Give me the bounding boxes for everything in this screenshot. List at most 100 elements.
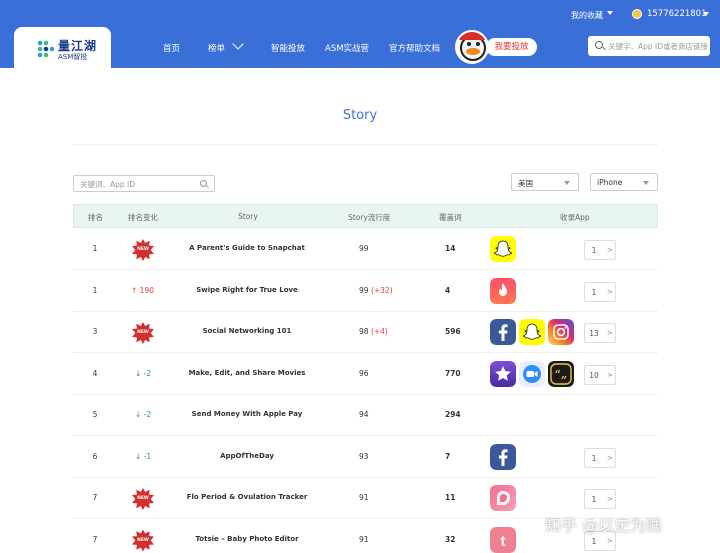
logo-mark-icon bbox=[37, 40, 55, 58]
popularity-value: 94 bbox=[359, 410, 369, 419]
popularity-value: 93 bbox=[359, 451, 369, 461]
table-row[interactable]: 6 ↓ -1 AppOfTheDay 93 7 1 > bbox=[73, 437, 658, 478]
app-pager[interactable]: 1 > bbox=[584, 489, 616, 509]
promote-button[interactable]: 我要投放 bbox=[486, 38, 537, 56]
story-popularity: 94 bbox=[359, 410, 369, 419]
story-name-link[interactable]: Send Money With Apple Pay bbox=[173, 410, 321, 418]
mascot-eye bbox=[476, 42, 480, 46]
coverage-count: 32 bbox=[445, 534, 456, 544]
caret-down-icon bbox=[564, 181, 570, 185]
top-header: 量江湖 ASM智投 我的收藏 15776221801 首页 榜单 智能投放 AS… bbox=[0, 0, 720, 70]
country-select[interactable]: 美国 bbox=[511, 173, 579, 191]
new-badge-label: NEW bbox=[137, 247, 149, 252]
pager-count: 10 bbox=[589, 370, 599, 380]
chevron-right-icon[interactable]: > bbox=[607, 329, 613, 337]
app-pager[interactable]: 13 > bbox=[584, 323, 616, 343]
search-icon bbox=[200, 180, 207, 187]
mascot-eye bbox=[467, 42, 471, 46]
story-name-link[interactable]: Make, Edit, and Share Movies bbox=[173, 369, 321, 377]
pager-count: 13 bbox=[589, 329, 599, 338]
chevron-right-icon[interactable]: > bbox=[607, 495, 613, 503]
watermark: 知乎 @以史为贱 bbox=[545, 516, 663, 535]
account-caret-icon[interactable] bbox=[703, 12, 709, 16]
logo[interactable]: 量江湖 ASM智投 bbox=[14, 27, 111, 70]
rank-value: 1 bbox=[92, 285, 98, 295]
imovie-app-icon[interactable] bbox=[490, 360, 516, 387]
instagram-app-icon[interactable] bbox=[548, 319, 574, 345]
search-icon bbox=[595, 41, 603, 49]
coverage-count: 7 bbox=[445, 451, 451, 461]
coverage-count: 596 bbox=[445, 327, 461, 336]
mascot-avatar[interactable] bbox=[455, 30, 489, 64]
rank-change-value: ↓ -2 bbox=[135, 410, 152, 419]
svg-text:“„: “„ bbox=[555, 368, 568, 381]
svg-text:t: t bbox=[501, 533, 506, 550]
logo-subtitle: ASM智投 bbox=[58, 53, 88, 61]
pager-count: 1 bbox=[591, 536, 597, 546]
story-name-link[interactable]: Flo Period & Ovulation Tracker bbox=[173, 493, 321, 501]
tinder-app-icon[interactable] bbox=[490, 277, 516, 304]
my-favorites-link[interactable]: 我的收藏 bbox=[571, 10, 603, 21]
chevron-right-icon[interactable]: > bbox=[607, 371, 613, 379]
zoom-app-icon[interactable] bbox=[519, 360, 545, 387]
snapchat-app-icon[interactable] bbox=[490, 236, 516, 262]
app-pager[interactable]: 1 > bbox=[584, 447, 616, 468]
story-name-link[interactable]: A Parent's Guide to Snapchat bbox=[173, 244, 321, 252]
quotes-app-icon[interactable]: “„ bbox=[548, 360, 574, 387]
story-popularity: 99 bbox=[359, 244, 369, 253]
mascot-cap bbox=[459, 32, 487, 40]
new-badge-icon: NEW bbox=[132, 488, 154, 510]
chevron-right-icon[interactable]: > bbox=[607, 246, 613, 254]
story-name-link[interactable]: Swipe Right for True Love bbox=[173, 286, 321, 294]
rank-value: 4 bbox=[92, 368, 98, 378]
app-pager[interactable]: 1 > bbox=[584, 240, 616, 260]
popularity-value: 91 bbox=[359, 534, 369, 544]
column-story-popularity: Story流行度 bbox=[348, 213, 391, 222]
user-account[interactable]: 15776221801 bbox=[647, 9, 707, 19]
snapchat-app-icon[interactable] bbox=[519, 319, 545, 345]
popularity-value: 99 bbox=[359, 285, 369, 295]
chevron-right-icon[interactable]: > bbox=[607, 288, 613, 296]
chevron-down-icon[interactable] bbox=[232, 38, 244, 50]
story-name-link[interactable]: Social Networking 101 bbox=[173, 327, 321, 335]
nav-help-docs[interactable]: 官方帮助文档 bbox=[389, 42, 440, 54]
device-select[interactable]: iPhone bbox=[590, 173, 658, 191]
nav-rankings[interactable]: 榜单 bbox=[208, 42, 225, 54]
table-row[interactable]: 3 NEW Social Networking 101 98 (+4) 596 13 > bbox=[73, 312, 658, 353]
column-coverage: 覆盖词 bbox=[439, 213, 462, 222]
table-header: 排名 排名变化 Story Story流行度 覆盖词 收录App bbox=[73, 204, 658, 228]
global-search-input[interactable]: 关键字、App ID或者商店链接 bbox=[588, 36, 710, 56]
rank-change-value: ↓ -2 bbox=[135, 368, 152, 378]
rank-value: 6 bbox=[92, 451, 98, 461]
rank-value: 5 bbox=[92, 410, 98, 419]
popularity-value: 91 bbox=[359, 493, 369, 502]
table-row[interactable]: 1 NEW A Parent's Guide to Snapchat 99 14 1 > bbox=[73, 229, 658, 270]
facebook-app-icon[interactable] bbox=[490, 443, 516, 470]
title-divider bbox=[72, 144, 658, 145]
totsie-app-icon[interactable]: t bbox=[490, 526, 516, 553]
table-row[interactable]: 5 ↓ -2 Send Money With Apple Pay 94 294 bbox=[73, 395, 658, 436]
table-row[interactable]: 1 ↑ 190 Swipe Right for True Love 99 (+32) 4… bbox=[73, 271, 658, 312]
nav-home[interactable]: 首页 bbox=[163, 42, 180, 54]
nav-asm-camp[interactable]: ASM实战营 bbox=[325, 42, 369, 54]
coin-icon bbox=[632, 9, 642, 19]
table-row[interactable]: 4 ↓ -2 Make, Edit, and Share Movies 96 770 “… bbox=[73, 354, 658, 395]
mascot-bill bbox=[466, 48, 480, 55]
chevron-right-icon[interactable]: > bbox=[607, 454, 613, 462]
app-pager[interactable]: 1 > bbox=[584, 281, 616, 302]
keyword-search-input[interactable]: 关键词、App ID bbox=[73, 175, 215, 192]
nav-smart-ads[interactable]: 智能投放 bbox=[271, 42, 305, 54]
rank-value: 3 bbox=[92, 327, 98, 336]
story-name-link[interactable]: AppOfTheDay bbox=[173, 452, 321, 460]
coverage-count: 11 bbox=[445, 493, 456, 502]
chevron-right-icon[interactable]: > bbox=[607, 537, 613, 545]
coverage-count: 770 bbox=[445, 368, 461, 378]
facebook-app-icon[interactable] bbox=[490, 319, 516, 345]
story-name-link[interactable]: Totsie – Baby Photo Editor bbox=[173, 535, 321, 543]
app-pager[interactable]: 10 > bbox=[584, 364, 616, 385]
column-rank-change: 排名变化 bbox=[128, 213, 158, 222]
popularity-value: 98 bbox=[359, 327, 369, 336]
favorites-caret-icon[interactable] bbox=[607, 11, 613, 15]
coverage-count: 14 bbox=[445, 244, 456, 253]
flo-app-icon[interactable] bbox=[490, 485, 516, 511]
